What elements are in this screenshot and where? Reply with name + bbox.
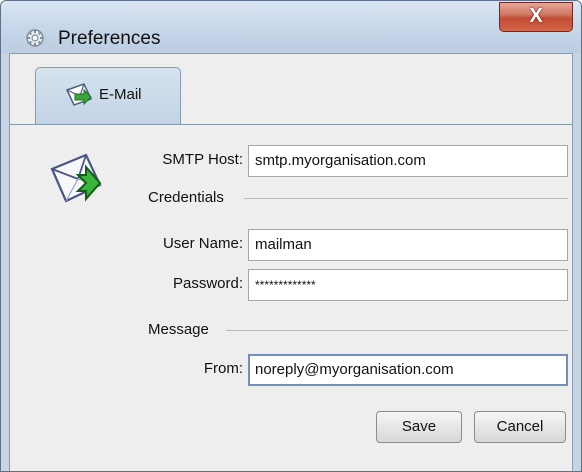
credentials-section-label: Credentials [148,189,224,206]
window-title: Preferences [58,28,161,49]
credentials-divider [244,198,568,199]
preferences-window: Preferences X E-Mail SMTP Host: smtp.myo… [0,0,582,472]
mail-send-icon [65,83,93,106]
cancel-button[interactable]: Cancel [474,411,566,443]
email-settings-panel: SMTP Host: smtp.myorganisation.com Crede… [10,124,572,471]
title-bar[interactable]: Preferences X [1,1,581,53]
mail-send-icon [50,153,102,203]
user-name-label: User Name: [162,235,243,252]
from-label: From: [203,360,243,377]
tab-bar: E-Mail [10,54,572,125]
password-input[interactable]: ************* [248,269,568,301]
smtp-host-label: SMTP Host: [162,151,243,168]
save-button[interactable]: Save [376,411,462,443]
tab-email-label: E-Mail [99,86,142,103]
message-divider [226,330,568,331]
message-section-label: Message [148,321,209,338]
user-name-input[interactable]: mailman [248,229,568,261]
gear-icon [26,29,44,47]
password-label: Password: [172,275,243,292]
tab-email[interactable]: E-Mail [35,67,181,125]
close-button[interactable]: X [499,2,573,32]
smtp-host-input[interactable]: smtp.myorganisation.com [248,145,568,177]
dialog-content: E-Mail SMTP Host: smtp.myorganisation.co… [9,53,573,471]
from-input[interactable]: noreply@myorganisation.com [248,354,568,386]
